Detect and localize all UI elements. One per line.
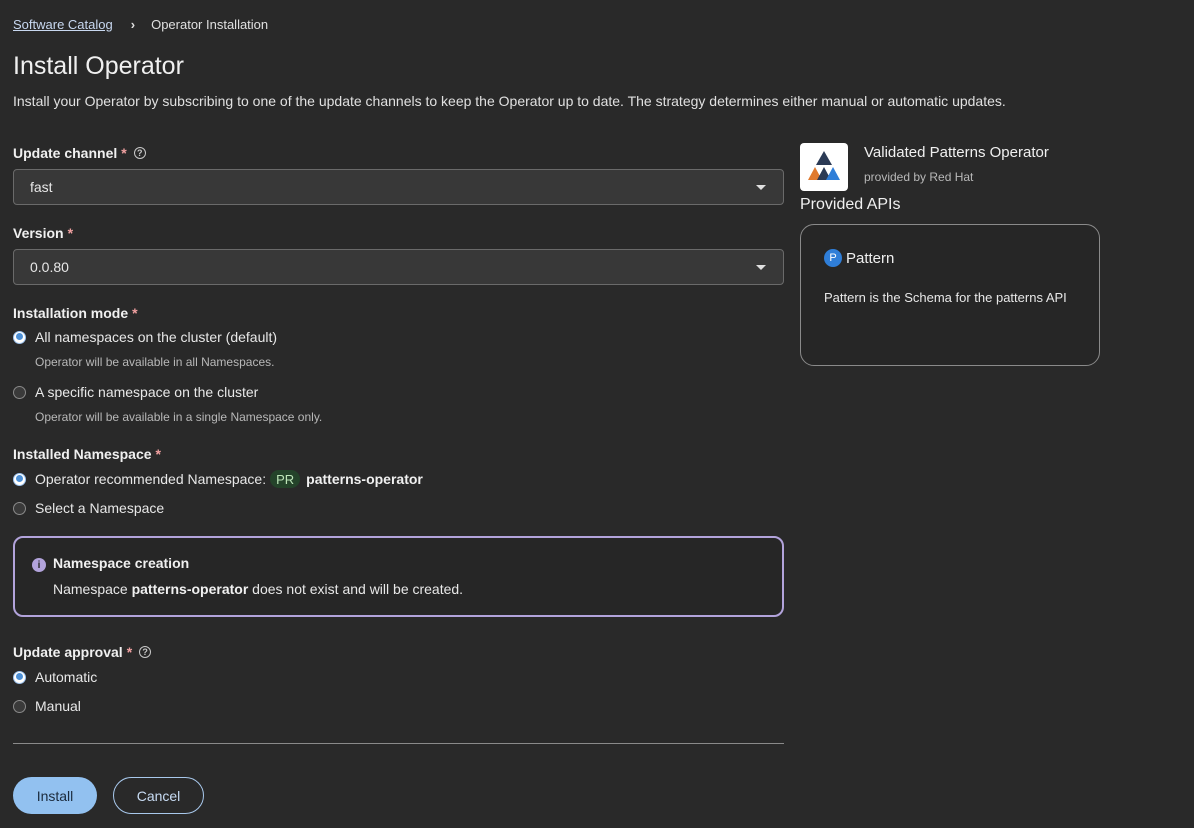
form-divider — [13, 743, 784, 744]
breadcrumb-current: Operator Installation — [151, 17, 269, 32]
radio-button[interactable] — [13, 670, 26, 684]
radio-select-namespace[interactable]: Select a Namespace — [13, 497, 784, 519]
api-card-pattern[interactable]: P Pattern Pattern is the Schema for the … — [800, 224, 1100, 366]
radio-button[interactable] — [13, 472, 26, 486]
alert-title: Namespace creation — [53, 555, 190, 571]
namespace-name: patterns-operator — [306, 471, 423, 487]
cancel-button[interactable]: Cancel — [113, 777, 204, 814]
help-icon[interactable]: ? — [139, 646, 152, 658]
alert-namespace: patterns-operator — [131, 581, 249, 597]
namespace-badge: PR — [270, 470, 301, 488]
install-button[interactable]: Install — [13, 777, 97, 814]
caret-down-icon — [756, 184, 766, 190]
namespace-creation-alert: i Namespace creation Namespace patterns-… — [13, 536, 784, 617]
install-operator-page: Software Catalog › Operator Installation… — [0, 0, 1194, 828]
required-mark: * — [155, 446, 161, 462]
radio-button[interactable] — [13, 330, 26, 344]
radio-button[interactable] — [13, 699, 26, 713]
radio-button[interactable] — [13, 501, 26, 515]
caret-down-icon — [756, 264, 766, 270]
radio-all-namespaces[interactable]: All namespaces on the cluster (default) — [13, 326, 784, 348]
radio-button[interactable] — [13, 385, 26, 399]
operator-logo-icon — [800, 143, 848, 191]
api-name: Pattern — [846, 249, 895, 267]
required-mark: * — [67, 225, 74, 241]
update-approval-label: Update approval * ? — [13, 643, 784, 661]
operator-name: Validated Patterns Operator — [864, 144, 1049, 161]
update-channel-select[interactable]: fast — [13, 169, 784, 205]
version-select[interactable]: 0.0.80 — [13, 249, 784, 285]
version-value: 0.0.80 — [30, 259, 69, 275]
radio-help-text: Operator will be available in a single N… — [35, 410, 323, 424]
radio-manual[interactable]: Manual — [13, 695, 784, 717]
required-mark: * — [132, 305, 138, 321]
installed-namespace-label: Installed Namespace * — [13, 446, 161, 462]
breadcrumb: Software Catalog › Operator Installation — [13, 17, 268, 32]
breadcrumb-chevron-icon: › — [130, 17, 136, 32]
api-badge-icon: P — [824, 249, 842, 267]
api-description: Pattern is the Schema for the patterns A… — [824, 290, 1067, 305]
api-card-header: P Pattern — [824, 249, 894, 267]
version-label: Version * — [13, 225, 74, 241]
alert-body: Namespace patterns-operator does not exi… — [53, 581, 464, 597]
update-channel-value: fast — [30, 179, 53, 195]
required-mark: * — [121, 145, 127, 161]
radio-automatic[interactable]: Automatic — [13, 666, 784, 688]
required-mark: * — [126, 644, 133, 660]
help-icon[interactable]: ? — [133, 147, 146, 159]
page-title: Install Operator — [13, 52, 184, 80]
radio-recommended-namespace[interactable]: Operator recommended Namespace: PR patte… — [13, 468, 784, 490]
installation-mode-label: Installation mode * — [13, 305, 138, 321]
page-description: Install your Operator by subscribing to … — [13, 93, 1006, 109]
radio-specific-namespace[interactable]: A specific namespace on the cluster — [13, 381, 784, 403]
install-form: Update channel * ? fast Version * 0.0.80… — [13, 144, 784, 717]
update-channel-label: Update channel * ? — [13, 144, 784, 162]
operator-provider: provided by Red Hat — [864, 170, 974, 184]
breadcrumb-link-software-catalog[interactable]: Software Catalog — [13, 17, 113, 32]
info-icon: i — [32, 558, 46, 572]
provided-apis-title: Provided APIs — [800, 196, 901, 213]
radio-help-text: Operator will be available in all Namesp… — [35, 355, 275, 369]
